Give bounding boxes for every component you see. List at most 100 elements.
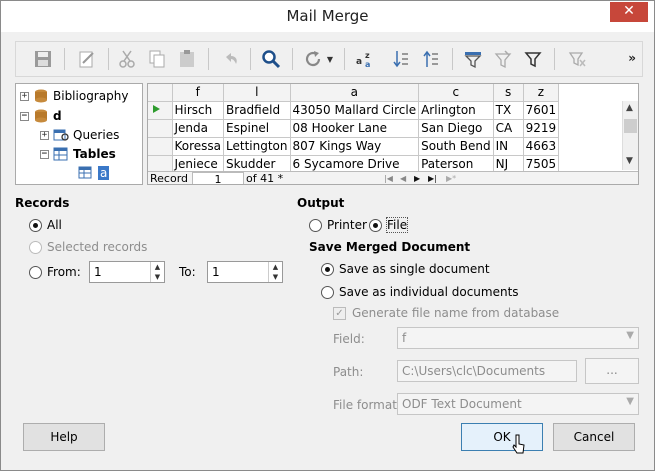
- table-cell[interactable]: Bradfield: [223, 101, 291, 120]
- radio-indicator: [29, 218, 42, 232]
- column-header[interactable]: c: [418, 84, 494, 102]
- stepper-arrows-icon[interactable]: ▲ ▼: [150, 262, 164, 282]
- records-selected-label: Selected records: [47, 240, 148, 254]
- autofilter-icon[interactable]: [460, 46, 486, 72]
- scroll-up-icon[interactable]: ▲: [626, 103, 633, 113]
- copy-icon[interactable]: [144, 46, 170, 72]
- table-cell[interactable]: Jenda: [172, 119, 225, 138]
- file-format-select[interactable]: ODF Text Document ▼: [397, 393, 639, 415]
- ok-button[interactable]: OK: [461, 423, 543, 451]
- output-printer-radio[interactable]: Printer: [309, 218, 367, 232]
- field-label: Field:: [333, 332, 365, 346]
- table-row[interactable]: Koressa Lettington 807 Kings Way South B…: [148, 137, 560, 156]
- sort-icon[interactable]: aza: [352, 46, 378, 72]
- path-input[interactable]: C:\Users\clc\Documents: [397, 360, 577, 382]
- record-number-input[interactable]: 1: [192, 172, 244, 184]
- generate-filename-label: Generate file name from database: [352, 306, 560, 320]
- column-header[interactable]: f: [172, 84, 225, 102]
- records-from-radio[interactable]: From:: [29, 265, 81, 279]
- records-table: f l a c s z Hirsch Bradfield 43050 Malla…: [148, 84, 560, 174]
- table-cell[interactable]: Lettington: [223, 137, 291, 156]
- expand-icon[interactable]: +: [20, 91, 29, 101]
- from-stepper[interactable]: 1 ▲ ▼: [89, 261, 165, 283]
- current-row-indicator-icon[interactable]: [148, 101, 173, 120]
- radio-indicator: [29, 265, 42, 279]
- table-cell[interactable]: IN: [493, 137, 524, 156]
- undo-icon[interactable]: [218, 46, 244, 72]
- tree-item-bibliography[interactable]: + Bibliography: [20, 87, 128, 105]
- table-cell[interactable]: 7601: [523, 101, 560, 120]
- column-header[interactable]: s: [493, 84, 524, 102]
- close-button[interactable]: ✕: [610, 2, 648, 22]
- table-cell[interactable]: 08 Hooker Lane: [290, 119, 420, 138]
- table-cell[interactable]: South Bend: [418, 137, 494, 156]
- table-cell[interactable]: Arlington: [418, 101, 494, 120]
- sort-ascending-icon[interactable]: [388, 46, 414, 72]
- save-single-radio[interactable]: Save as single document: [321, 262, 490, 276]
- output-file-radio[interactable]: File: [369, 217, 409, 233]
- tree-item-table-a[interactable]: a: [78, 164, 110, 182]
- scrollbar-thumb[interactable]: [624, 119, 637, 133]
- to-stepper[interactable]: 1 ▲ ▼: [207, 261, 283, 283]
- mail-merge-dialog: Mail Merge ✕ ▼ a z a » + Bibliography − …: [0, 0, 655, 471]
- paste-icon[interactable]: [174, 46, 200, 72]
- records-from-label: From:: [47, 265, 81, 279]
- records-all-radio[interactable]: All: [29, 218, 62, 232]
- tree-item-queries[interactable]: + Queries: [40, 126, 119, 144]
- table-cell[interactable]: CA: [493, 119, 524, 138]
- field-select[interactable]: f ▼: [397, 327, 639, 349]
- table-cell[interactable]: 9219: [523, 119, 560, 138]
- sort-descending-icon[interactable]: [418, 46, 444, 72]
- column-header[interactable]: z: [523, 84, 560, 102]
- record-label: Record: [150, 172, 189, 185]
- row-header[interactable]: [148, 137, 173, 156]
- table-row[interactable]: Jenda Espinel 08 Hooker Lane San Diego C…: [148, 119, 560, 138]
- table-cell[interactable]: TX: [493, 101, 524, 120]
- table-cell[interactable]: Hirsch: [172, 101, 225, 120]
- tree-item-label: Queries: [73, 128, 120, 142]
- save-icon[interactable]: [30, 46, 56, 72]
- table-cell[interactable]: Espinel: [223, 119, 291, 138]
- table-cell[interactable]: Koressa: [172, 137, 225, 156]
- tree-item-tables[interactable]: − Tables: [40, 145, 116, 163]
- browse-button[interactable]: ...: [585, 358, 639, 384]
- expand-icon[interactable]: +: [40, 130, 49, 140]
- next-record-icon[interactable]: ▶: [414, 172, 420, 184]
- cut-icon[interactable]: [114, 46, 140, 72]
- stepper-arrows-icon[interactable]: ▲ ▼: [268, 262, 282, 282]
- filter-icon[interactable]: [520, 46, 546, 72]
- remove-filter-icon[interactable]: [564, 46, 590, 72]
- new-record-icon[interactable]: ▶*: [446, 172, 456, 184]
- table-cell[interactable]: 807 Kings Way: [290, 137, 420, 156]
- table-cell[interactable]: 43050 Mallard Circle: [290, 101, 420, 120]
- tree-item-d[interactable]: − d: [20, 107, 62, 125]
- records-selected-radio[interactable]: Selected records: [29, 240, 147, 254]
- standard-filter-icon[interactable]: [490, 46, 516, 72]
- cancel-button[interactable]: Cancel: [553, 423, 635, 451]
- path-value: C:\Users\clc\Documents: [402, 364, 546, 378]
- previous-record-icon[interactable]: ◀: [400, 172, 406, 184]
- refresh-icon[interactable]: [300, 46, 326, 72]
- save-individual-radio[interactable]: Save as individual documents: [321, 285, 519, 299]
- edit-document-icon[interactable]: [74, 46, 100, 72]
- collapse-icon[interactable]: −: [40, 149, 49, 159]
- table-icon: [78, 166, 94, 180]
- table-row[interactable]: Hirsch Bradfield 43050 Mallard Circle Ar…: [148, 101, 560, 120]
- column-header[interactable]: a: [290, 84, 420, 102]
- more-options-icon[interactable]: »: [628, 51, 636, 65]
- find-icon[interactable]: [258, 46, 284, 72]
- chevron-down-icon[interactable]: ▼: [324, 46, 336, 72]
- generate-filename-checkbox[interactable]: ✓ Generate file name from database: [333, 306, 559, 320]
- tree-item-label: Tables: [73, 147, 116, 161]
- table-cell[interactable]: San Diego: [418, 119, 494, 138]
- mouse-cursor-icon: [512, 434, 525, 454]
- collapse-icon[interactable]: −: [20, 111, 29, 121]
- first-record-icon[interactable]: |◀: [384, 172, 393, 184]
- scroll-down-icon[interactable]: ▼: [626, 156, 633, 166]
- vertical-scrollbar[interactable]: ▲ ▼: [622, 101, 638, 170]
- table-cell[interactable]: 4663: [523, 137, 560, 156]
- last-record-icon[interactable]: ▶|: [428, 172, 437, 184]
- help-button[interactable]: Help: [23, 423, 105, 451]
- column-header[interactable]: l: [223, 84, 291, 102]
- row-header[interactable]: [148, 119, 173, 138]
